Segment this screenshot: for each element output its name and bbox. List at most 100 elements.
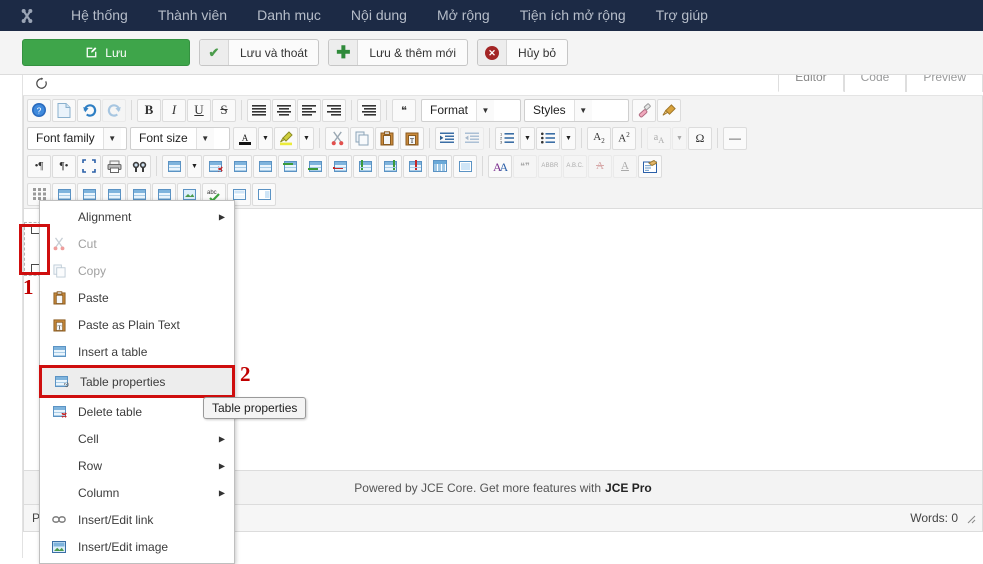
align-full-icon[interactable] — [357, 98, 381, 122]
insert-text-icon[interactable]: A — [613, 154, 637, 178]
underline-icon[interactable]: U — [187, 98, 211, 122]
insert-row-after-icon[interactable] — [303, 154, 327, 178]
delete-table-icon[interactable]: ✖ — [203, 154, 227, 178]
save-button-label: Lưu — [105, 45, 127, 60]
resize-grip-icon[interactable] — [965, 513, 976, 524]
menu-item-danh-muc[interactable]: Danh mục — [242, 0, 336, 31]
align-right-icon[interactable] — [322, 98, 346, 122]
acronym-icon[interactable]: A.B.C. — [563, 154, 587, 178]
subscript-icon[interactable]: A2 — [587, 126, 611, 150]
bold-icon[interactable]: B — [137, 98, 161, 122]
blockquote-icon[interactable]: ❝ — [392, 98, 416, 122]
delete-text-icon[interactable]: A — [588, 154, 612, 178]
cleanup-icon[interactable] — [657, 98, 681, 122]
menu-item-noi-dung[interactable]: Nội dung — [336, 0, 422, 31]
styles-select[interactable]: Styles ▼ — [524, 98, 629, 122]
highlight-color-dropdown-icon[interactable]: ▼ — [299, 126, 314, 150]
numbered-list-icon[interactable]: 123 — [495, 126, 519, 150]
save-new-button[interactable]: ✚ Lưu & thêm mới — [328, 39, 469, 66]
save-close-button[interactable]: ✔ Lưu và thoát — [199, 39, 320, 66]
insert-row-before-icon[interactable] — [278, 154, 302, 178]
insert-col-before-icon[interactable] — [353, 154, 377, 178]
menu-item-mo-rong[interactable]: Mở rộng — [422, 0, 505, 31]
delete-row-icon[interactable] — [328, 154, 352, 178]
search-replace-icon[interactable] — [127, 154, 151, 178]
merge-cells-icon[interactable] — [228, 154, 252, 178]
fullscreen-icon[interactable] — [77, 154, 101, 178]
text-color-dropdown-icon[interactable]: ▼ — [258, 126, 273, 150]
rtl-icon[interactable]: ¶• — [52, 154, 76, 178]
undo-icon[interactable] — [77, 98, 101, 122]
insert-table-dropdown-icon[interactable]: ▼ — [187, 154, 202, 178]
abbreviation-icon[interactable]: ABBR — [538, 154, 562, 178]
context-menu-item-column[interactable]: Column ▶ — [40, 479, 234, 506]
table-grid-icon[interactable] — [428, 154, 452, 178]
context-menu-item-paste-plain-text[interactable]: T Paste as Plain Text — [40, 311, 234, 338]
insert-table-icon — [50, 344, 68, 360]
font-family-select[interactable]: Font family ▼ — [27, 126, 127, 150]
chevron-down-icon: ▼ — [102, 127, 121, 149]
joomla-logo-icon[interactable] — [16, 5, 38, 27]
context-menu-item-table-properties[interactable]: ⚙ Table properties — [42, 368, 232, 395]
redo-icon[interactable] — [102, 98, 126, 122]
menu-item-he-thong[interactable]: Hệ thống — [56, 0, 143, 31]
context-menu-item-cut[interactable]: Cut — [40, 230, 234, 257]
numbered-list-dropdown-icon[interactable]: ▼ — [520, 126, 535, 150]
format-select[interactable]: Format ▼ — [421, 98, 521, 122]
cut-icon[interactable] — [325, 126, 349, 150]
save-button[interactable]: Lưu — [22, 39, 190, 66]
insert-col-after-icon[interactable] — [378, 154, 402, 178]
layout-icon[interactable] — [252, 182, 276, 206]
cancel-button[interactable]: ✕ Hủy bỏ — [477, 39, 569, 66]
menu-item-thanh-vien[interactable]: Thành viên — [143, 0, 242, 31]
insert-table-icon[interactable] — [162, 154, 186, 178]
outdent-icon[interactable] — [460, 126, 484, 150]
anchor-dropdown-icon[interactable]: ▼ — [672, 126, 687, 150]
remove-format-icon[interactable] — [632, 98, 656, 122]
special-char-icon[interactable]: Ω — [688, 126, 712, 150]
indent-icon[interactable] — [435, 126, 459, 150]
context-menu-item-alignment[interactable]: Alignment ▶ — [40, 203, 234, 230]
jce-pro-link[interactable]: JCE Pro — [605, 481, 652, 495]
svg-text:abc: abc — [207, 190, 217, 196]
align-center-icon[interactable] — [272, 98, 296, 122]
horizontal-rule-icon[interactable]: — — [723, 126, 747, 150]
context-menu-item-insert-a-table[interactable]: Insert a table — [40, 338, 234, 365]
context-menu-item-insert-edit-image[interactable]: Insert/Edit image — [40, 533, 234, 560]
article-icon[interactable] — [638, 154, 662, 178]
menu-item-tien-ich-mo-rong[interactable]: Tiện ích mở rộng — [505, 0, 641, 31]
context-menu-item-cell[interactable]: Cell ▶ — [40, 425, 234, 452]
table-cell-props-icon[interactable] — [453, 154, 477, 178]
context-menu-item-row[interactable]: Row ▶ — [40, 452, 234, 479]
menu-item-tro-giup[interactable]: Trợ giúp — [641, 0, 723, 31]
context-menu-item-copy[interactable]: Copy — [40, 257, 234, 284]
italic-icon[interactable]: I — [162, 98, 186, 122]
help-icon[interactable]: ? — [27, 98, 51, 122]
superscript-icon[interactable]: A2 — [612, 126, 636, 150]
context-menu-item-label: Row — [78, 458, 103, 473]
print-icon[interactable] — [102, 154, 126, 178]
ltr-icon[interactable]: •¶ — [27, 154, 51, 178]
bullet-list-dropdown-icon[interactable]: ▼ — [561, 126, 576, 150]
strikethrough-icon[interactable]: S — [212, 98, 236, 122]
copy-icon[interactable] — [350, 126, 374, 150]
paste-plain-text-icon[interactable]: T — [400, 126, 424, 150]
split-cells-icon[interactable] — [253, 154, 277, 178]
align-justify-icon[interactable] — [247, 98, 271, 122]
table-properties-icon: ⚙ — [52, 374, 70, 390]
font-size-select[interactable]: Font size ▼ — [130, 126, 230, 150]
context-menu-item-insert-edit-link[interactable]: Insert/Edit link — [40, 506, 234, 533]
text-color-icon[interactable]: A — [233, 126, 257, 150]
new-document-icon[interactable] — [52, 98, 76, 122]
paste-icon[interactable] — [375, 126, 399, 150]
refresh-icon[interactable] — [35, 76, 48, 92]
annotation-number-1: 1 — [23, 275, 34, 299]
highlight-color-icon[interactable] — [274, 126, 298, 150]
align-left-icon[interactable] — [297, 98, 321, 122]
anchor-icon[interactable]: aA — [647, 126, 671, 150]
delete-col-icon[interactable] — [403, 154, 427, 178]
bullet-list-icon[interactable] — [536, 126, 560, 150]
context-menu-item-paste[interactable]: Paste — [40, 284, 234, 311]
quote-icon[interactable]: ❝❞ — [513, 154, 537, 178]
styled-text-icon[interactable]: AA — [488, 154, 512, 178]
